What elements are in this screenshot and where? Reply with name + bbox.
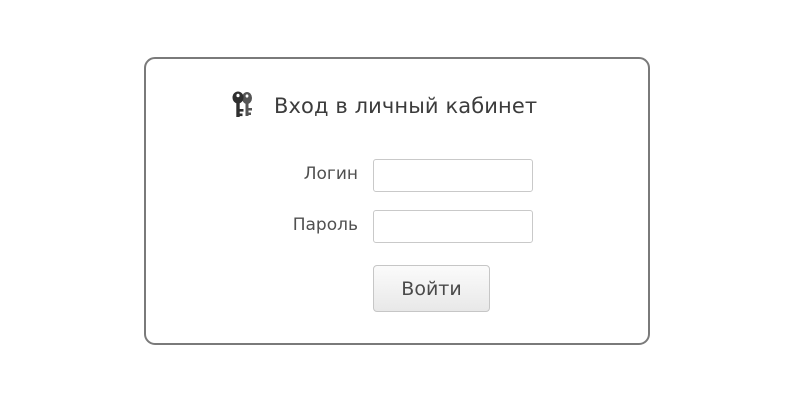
login-label: Логин [303,164,358,184]
login-row: Логин [146,159,648,193]
password-input[interactable] [373,210,533,243]
login-panel: Вход в личный кабинет Логин Пароль Войти [144,57,650,345]
password-label: Пароль [292,215,358,235]
login-input[interactable] [373,159,533,192]
panel-header: Вход в личный кабинет [230,89,537,123]
panel-title: Вход в личный кабинет [274,94,538,118]
keys-icon [232,91,252,117]
login-button[interactable]: Войти [373,265,490,312]
password-row: Пароль [146,210,648,244]
